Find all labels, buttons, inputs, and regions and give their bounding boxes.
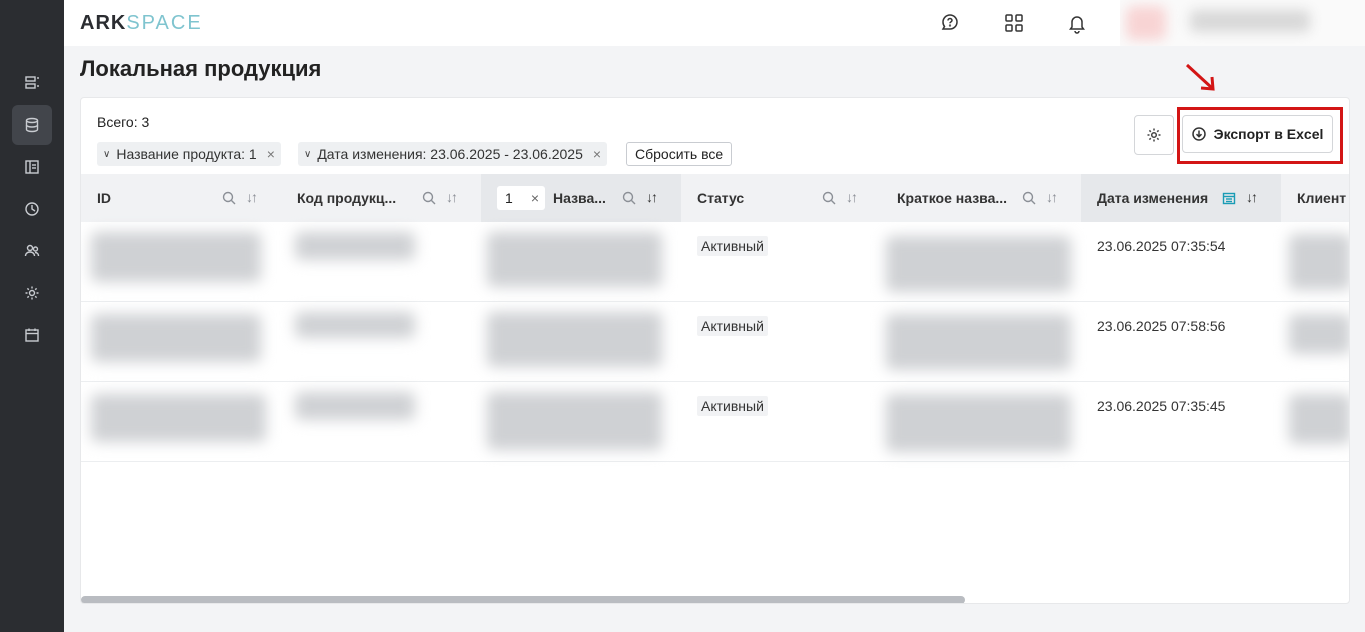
column-label: Статус [697, 190, 745, 206]
layout-icon[interactable] [12, 147, 52, 187]
blurred-client [1289, 314, 1349, 354]
close-icon[interactable]: × [531, 190, 539, 206]
sort-icon[interactable]: ↓↑ [1246, 189, 1258, 205]
column-product-code[interactable]: Код продукц... ↓↑ [281, 174, 481, 222]
filter-chip-product-name[interactable]: ∨ Название продукта: 1 × [97, 142, 281, 166]
apps-grid-icon[interactable] [1002, 11, 1026, 35]
column-label: ID [97, 190, 111, 206]
blurred-short-name [886, 394, 1071, 452]
users-icon[interactable] [12, 231, 52, 271]
gear-icon [1147, 128, 1161, 142]
table-row[interactable]: Активный 23.06.2025 07:35:54 [81, 222, 1349, 302]
horizontal-scrollbar[interactable] [81, 596, 1343, 603]
blurred-id [91, 232, 261, 282]
column-client[interactable]: Клиент [1281, 174, 1349, 222]
bell-icon[interactable] [1065, 11, 1089, 35]
blurred-name [487, 392, 662, 450]
blurred-short-name [886, 314, 1071, 370]
sort-icon[interactable]: ↓↑ [1046, 189, 1058, 205]
sort-icon[interactable]: ↓↑ [246, 189, 258, 205]
modified-date: 23.06.2025 07:35:45 [1097, 398, 1226, 414]
blurred-name [487, 232, 662, 287]
column-label: Клиент [1297, 190, 1347, 206]
search-icon[interactable] [422, 191, 436, 205]
blurred-client [1289, 394, 1349, 444]
chevron-down-icon: ∨ [103, 148, 111, 160]
column-product-name[interactable]: 1 × Назва... ↓↑ [481, 174, 681, 222]
modified-date: 23.06.2025 07:35:54 [1097, 238, 1226, 254]
table-row[interactable]: Активный 23.06.2025 07:35:45 [81, 382, 1349, 462]
top-bar: ARKSPACE [64, 0, 1365, 46]
blurred-id [91, 314, 261, 362]
table-settings-button[interactable] [1134, 115, 1174, 155]
database-icon[interactable] [12, 105, 52, 145]
column-label: Код продукц... [297, 190, 397, 206]
logo-space: SPACE [126, 12, 203, 34]
sort-icon[interactable]: ↓↑ [446, 189, 458, 205]
products-card: Всего: 3 ∨ Название продукта: 1 × ∨ Дата… [80, 97, 1350, 604]
blurred-code [295, 312, 415, 338]
status-badge: Активный [697, 236, 768, 256]
chevron-down-icon: ∨ [304, 148, 312, 160]
modified-date: 23.06.2025 07:58:56 [1097, 318, 1226, 334]
column-label: Краткое назва... [897, 190, 1008, 206]
column-label: Назва... [553, 190, 606, 206]
list-icon[interactable] [12, 63, 52, 103]
blurred-code [295, 232, 415, 260]
scrollbar-thumb[interactable] [81, 596, 965, 603]
filter-chip-label: Название продукта: 1 [116, 146, 257, 162]
filter-chip-label: Дата изменения: 23.06.2025 - 23.06.2025 [317, 146, 583, 162]
help-chat-icon[interactable] [939, 11, 963, 35]
table-header: ID ↓↑ Код продукц... ↓↑ 1 × Назва... ↓↑ … [81, 174, 1349, 222]
search-icon[interactable] [222, 191, 236, 205]
highlight-box [1177, 107, 1343, 164]
status-badge: Активный [697, 396, 768, 416]
sidebar [0, 0, 64, 632]
column-filter-value: 1 [505, 190, 513, 206]
search-icon[interactable] [1022, 191, 1036, 205]
column-id[interactable]: ID ↓↑ [81, 174, 281, 222]
calendar-icon[interactable] [12, 315, 52, 355]
blurred-id [91, 394, 266, 442]
user-profile[interactable] [1120, 0, 1365, 46]
search-icon[interactable] [622, 191, 636, 205]
annotation-arrow-icon [1185, 63, 1215, 91]
blurred-short-name [886, 236, 1071, 292]
column-label: Дата изменения [1097, 190, 1209, 206]
status-badge: Активный [697, 316, 768, 336]
sort-icon[interactable]: ↓↑ [646, 189, 658, 205]
user-name-blurred [1190, 10, 1310, 32]
avatar [1126, 6, 1166, 40]
column-status[interactable]: Статус ↓↑ [681, 174, 881, 222]
table-row[interactable]: Активный 23.06.2025 07:58:56 [81, 302, 1349, 382]
sort-icon[interactable]: ↓↑ [846, 189, 858, 205]
blurred-code [295, 392, 415, 420]
column-short-name[interactable]: Краткое назва... ↓↑ [881, 174, 1081, 222]
close-icon[interactable]: × [267, 146, 275, 162]
filter-chip-date[interactable]: ∨ Дата изменения: 23.06.2025 - 23.06.202… [298, 142, 608, 166]
column-modified-date[interactable]: Дата изменения ↓↑ [1081, 174, 1281, 222]
reset-all-button[interactable]: Сбросить все [626, 142, 733, 166]
column-filter-input[interactable]: 1 × [497, 186, 545, 210]
gear-icon[interactable] [12, 273, 52, 313]
search-icon[interactable] [822, 191, 836, 205]
close-icon[interactable]: × [593, 146, 601, 162]
logo[interactable]: ARKSPACE [80, 12, 203, 35]
blurred-name [487, 312, 662, 367]
total-count: Всего: 3 [97, 114, 150, 130]
page-title: Локальная продукция [80, 56, 322, 81]
calendar-filter-icon[interactable] [1222, 191, 1236, 205]
blurred-client [1289, 234, 1349, 290]
clock-icon[interactable] [12, 189, 52, 229]
logo-ark: ARK [80, 12, 127, 34]
